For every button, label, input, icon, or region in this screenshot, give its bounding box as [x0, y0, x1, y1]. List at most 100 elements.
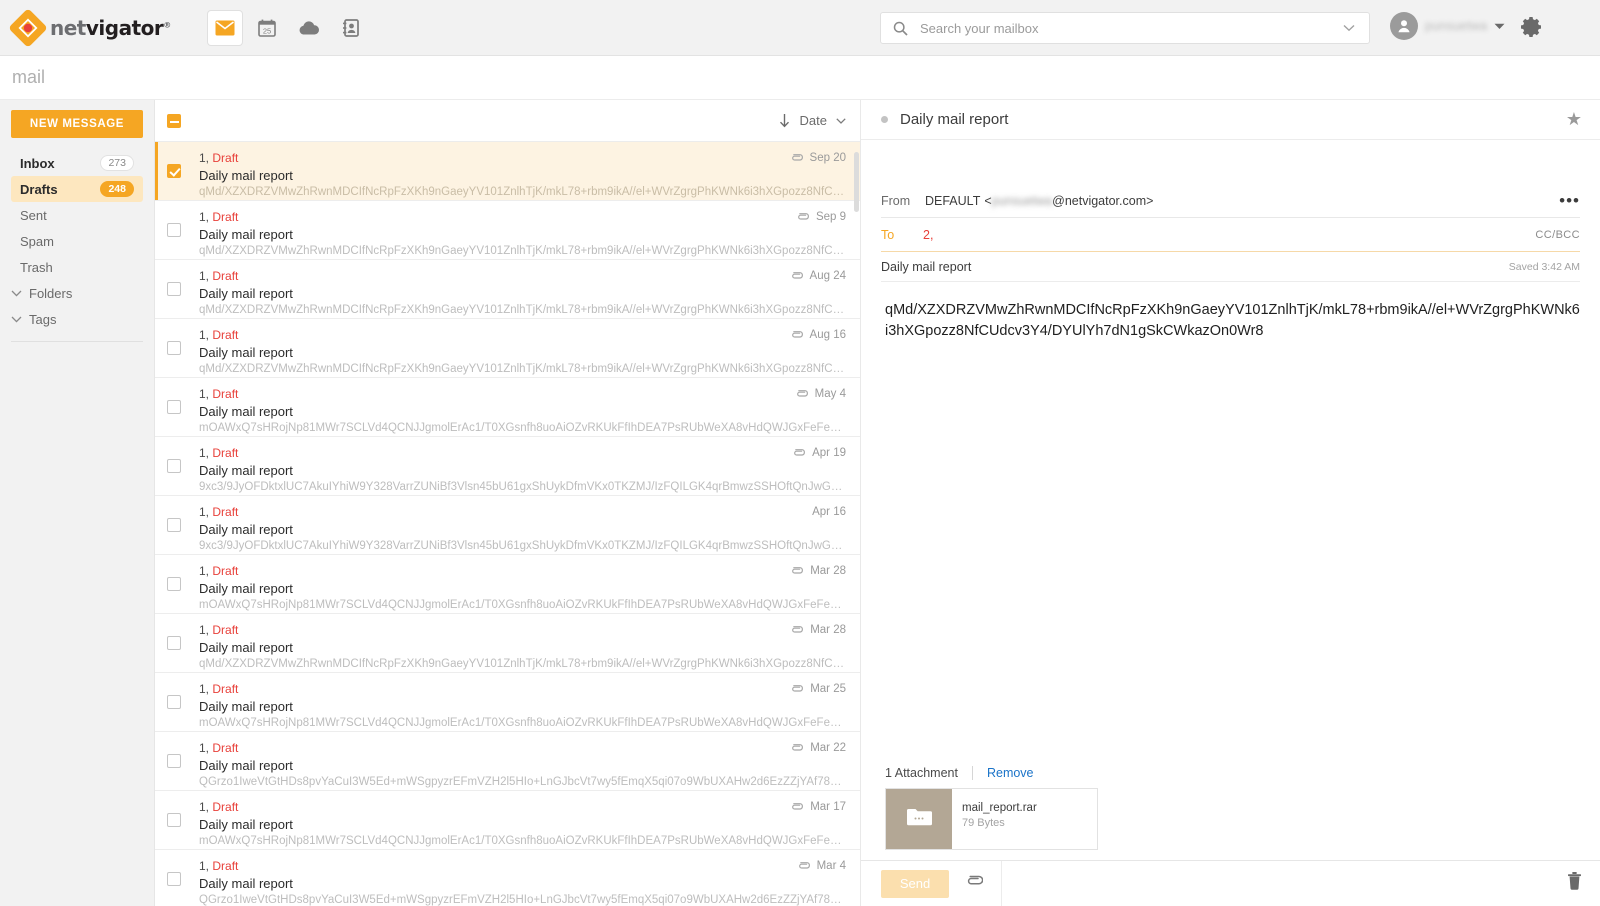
- sidebar-item-label: Drafts: [20, 181, 58, 197]
- cloud-app-icon[interactable]: [292, 11, 326, 45]
- row-content: 1, Draft Sep 9 Daily mail report qMd/XZXDRZ…: [193, 210, 846, 259]
- table-row[interactable]: 1, Draft Aug 24 Daily mail report qMd/XZXDR…: [155, 260, 860, 319]
- ccbcc-button[interactable]: CC/BCC: [1535, 229, 1580, 241]
- row-checkbox[interactable]: [167, 459, 181, 473]
- search-icon: [893, 21, 908, 36]
- row-status: Draft: [212, 446, 239, 460]
- message-body[interactable]: qMd/XZXDRZVMwZhRwnMDCIfNcRpFzXKh9nGaeyYV…: [881, 282, 1580, 766]
- to-row[interactable]: To 2, CC/BCC: [881, 218, 1580, 252]
- status-badge: 248: [100, 181, 134, 197]
- page-title: mail: [12, 67, 46, 87]
- message-list[interactable]: 1, Draft Sep 20 Daily mail report qMd/XZXDR…: [155, 142, 860, 906]
- sort-direction-down-icon[interactable]: [778, 113, 791, 128]
- sidebar-group-label: Tags: [29, 311, 57, 327]
- sidebar-item-trash[interactable]: Trash: [11, 254, 143, 280]
- from-bracket: <: [984, 193, 992, 208]
- table-row[interactable]: 1, Draft Apr 16 Daily mail report 9xc3/9JyO…: [155, 496, 860, 555]
- sidebar-item-inbox[interactable]: Inbox 273: [11, 150, 143, 176]
- row-content: 1, Draft Mar 22 Daily mail report QGrzo1Iwe…: [193, 741, 846, 790]
- sort-control[interactable]: Date: [778, 113, 846, 128]
- settings-button[interactable]: [1518, 14, 1544, 45]
- table-row[interactable]: 1, Draft Mar 17 Daily mail report mOAWxQ7sH…: [155, 791, 860, 850]
- row-checkbox[interactable]: [167, 695, 181, 709]
- attachment-icon: [790, 743, 804, 754]
- row-checkbox[interactable]: [167, 164, 181, 178]
- row-checkbox[interactable]: [167, 754, 181, 768]
- delete-draft-button[interactable]: [1567, 872, 1582, 895]
- row-checkbox[interactable]: [167, 813, 181, 827]
- unread-dot-icon: [881, 116, 888, 123]
- row-meta: Sep 20: [790, 152, 846, 164]
- row-count: 1,: [199, 741, 210, 755]
- attach-file-icon[interactable]: [965, 874, 984, 893]
- table-row[interactable]: 1, Draft Aug 16 Daily mail report qMd/XZXDR…: [155, 319, 860, 378]
- mail-app-icon[interactable]: [208, 10, 242, 45]
- table-row[interactable]: 1, Draft Sep 20 Daily mail report qMd/XZXDR…: [155, 142, 860, 201]
- netvigator-logo[interactable]: netvigator®: [8, 7, 184, 48]
- more-options-icon[interactable]: •••: [1559, 192, 1580, 209]
- row-snippet: mOAWxQ7sHRojNp81MWr7SCLVd4QCNJJgmolErAc1…: [199, 599, 846, 611]
- search-input[interactable]: [916, 20, 1343, 36]
- row-checkbox-cell: [167, 387, 193, 436]
- user-menu[interactable]: punsuetwa: [1390, 12, 1505, 40]
- sidebar-item-spam[interactable]: Spam: [11, 228, 143, 254]
- table-row[interactable]: 1, Draft Mar 22 Daily mail report QGrzo1Iwe…: [155, 732, 860, 791]
- row-header: 1, Draft Sep 9: [199, 210, 846, 224]
- row-subject: Daily mail report: [199, 817, 293, 832]
- row-checkbox[interactable]: [167, 577, 181, 591]
- sort-chevron-down-icon[interactable]: [836, 117, 846, 124]
- search-bar[interactable]: [880, 12, 1370, 44]
- list-scrollbar[interactable]: [854, 152, 859, 212]
- row-content: 1, Draft Sep 20 Daily mail report qMd/XZXDR…: [193, 151, 846, 200]
- table-row[interactable]: 1, Draft Sep 9 Daily mail report qMd/XZXDRZ…: [155, 201, 860, 260]
- select-all-checkbox[interactable]: [167, 113, 181, 128]
- send-button[interactable]: Send: [881, 869, 949, 898]
- row-checkbox-cell: [167, 623, 193, 672]
- row-checkbox[interactable]: [167, 282, 181, 296]
- row-content: 1, Draft Apr 19 Daily mail report 9xc3/9JyO…: [193, 446, 846, 495]
- brand-name-prefix: net: [50, 15, 86, 40]
- subject-row[interactable]: Daily mail report Saved 3:42 AM: [881, 252, 1580, 282]
- search-options-chevron-down-icon[interactable]: [1343, 24, 1355, 32]
- row-status: Draft: [212, 151, 239, 165]
- table-row[interactable]: 1, Draft Mar 28 Daily mail report mOAWxQ7sH…: [155, 555, 860, 614]
- row-content: 1, Draft Mar 4 Daily mail report QGrzo1IweV…: [193, 859, 846, 906]
- row-checkbox[interactable]: [167, 872, 181, 886]
- sidebar-group-folders[interactable]: Folders: [11, 280, 143, 306]
- sidebar-group-tags[interactable]: Tags: [11, 306, 143, 332]
- row-meta: Mar 22: [790, 742, 846, 754]
- row-checkbox-cell: [167, 446, 193, 495]
- calendar-app-icon[interactable]: 25: [250, 11, 284, 45]
- app-switcher: 25: [208, 10, 368, 45]
- attachment-card[interactable]: mail_report.rar 79 Bytes: [885, 788, 1098, 850]
- sidebar-item-sent[interactable]: Sent: [11, 202, 143, 228]
- row-subject: Daily mail report: [199, 758, 293, 773]
- star-icon[interactable]: ★: [1566, 109, 1582, 130]
- row-meta: Apr 16: [812, 506, 846, 518]
- file-icon: [906, 807, 932, 832]
- new-message-button[interactable]: NEW MESSAGE: [11, 110, 143, 138]
- table-row[interactable]: 1, Draft Mar 4 Daily mail report QGrzo1IweV…: [155, 850, 860, 906]
- row-subject: Daily mail report: [199, 404, 293, 419]
- row-snippet: qMd/XZXDRZVMwZhRwnMDCIfNcRpFzXKh9nGaeyYV…: [199, 186, 846, 198]
- message-title: Daily mail report: [900, 111, 1009, 128]
- row-checkbox[interactable]: [167, 223, 181, 237]
- table-row[interactable]: 1, Draft May 4 Daily mail report mOAWxQ7sHR…: [155, 378, 860, 437]
- table-row[interactable]: 1, Draft Mar 25 Daily mail report mOAWxQ7sH…: [155, 673, 860, 732]
- remove-attachment-button[interactable]: Remove: [987, 766, 1034, 780]
- user-menu-chevron-down-icon[interactable]: [1494, 23, 1505, 30]
- row-checkbox[interactable]: [167, 636, 181, 650]
- attachment-icon: [790, 330, 803, 341]
- row-checkbox[interactable]: [167, 518, 181, 532]
- to-recipients-count[interactable]: 2,: [923, 228, 933, 242]
- row-checkbox-cell: [167, 328, 193, 377]
- row-subject: Daily mail report: [199, 227, 293, 242]
- row-checkbox[interactable]: [167, 341, 181, 355]
- sidebar-item-drafts[interactable]: Drafts 248: [11, 176, 143, 202]
- row-checkbox[interactable]: [167, 400, 181, 414]
- contacts-app-icon[interactable]: [334, 11, 368, 45]
- row-meta: Mar 28: [790, 565, 846, 577]
- table-row[interactable]: 1, Draft Apr 19 Daily mail report 9xc3/9JyO…: [155, 437, 860, 496]
- table-row[interactable]: 1, Draft Mar 28 Daily mail report qMd/XZXDR…: [155, 614, 860, 673]
- row-count: 1,: [199, 328, 210, 342]
